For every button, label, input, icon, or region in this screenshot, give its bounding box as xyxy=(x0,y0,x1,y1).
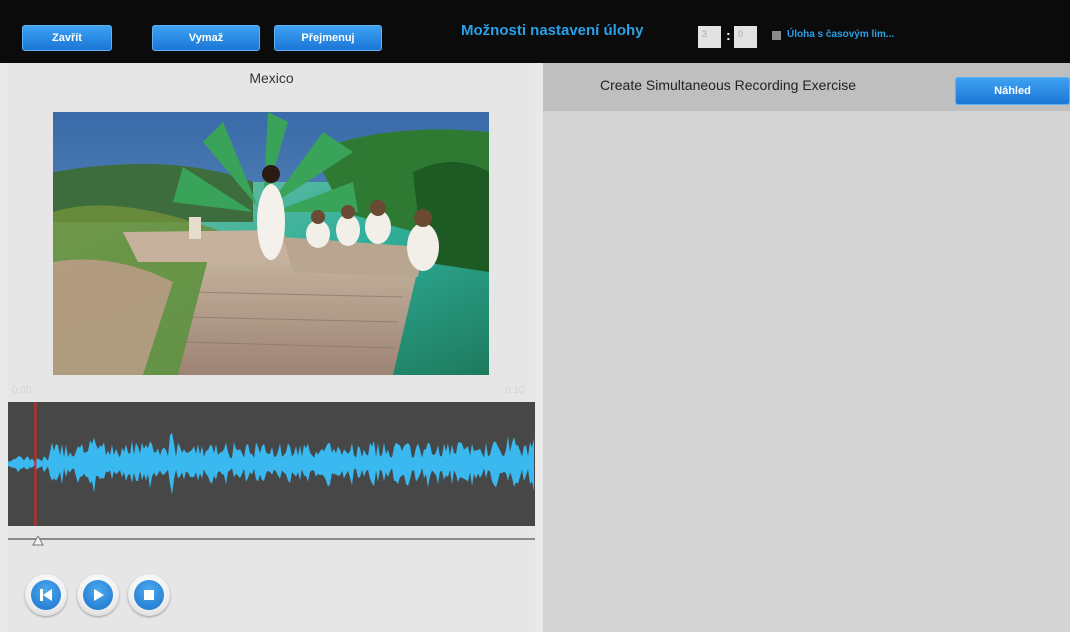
minutes-input[interactable]: 3 xyxy=(698,26,721,48)
timelimit-checkbox[interactable] xyxy=(772,31,781,40)
seek-slider-track[interactable] xyxy=(8,538,535,540)
exercise-title: Create Simultaneous Recording Exercise xyxy=(600,77,857,93)
time-end: 0:10 xyxy=(505,385,525,396)
slider-thumb-icon xyxy=(32,534,45,546)
media-panel: Mexico 0:00 0:10 xyxy=(8,63,535,632)
preview-button[interactable]: Náhled xyxy=(955,77,1070,105)
toolbar: Zavřít Vymaž Přejmenuj Možnosti nastaven… xyxy=(0,0,1070,63)
rename-button[interactable]: Přejmenuj xyxy=(274,25,382,51)
close-button[interactable]: Zavřít xyxy=(22,25,112,51)
seek-slider-thumb[interactable] xyxy=(32,533,45,546)
audio-waveform[interactable] xyxy=(8,402,535,526)
waveform-graphic xyxy=(8,402,534,526)
media-title: Mexico xyxy=(249,70,294,86)
settings-title: Možnosti nastavení úlohy xyxy=(461,22,644,39)
seconds-input[interactable]: 0 xyxy=(734,26,757,48)
time-start: 0:00 xyxy=(12,385,32,396)
play-icon xyxy=(94,589,104,601)
stop-button[interactable] xyxy=(128,574,170,616)
skip-to-start-icon xyxy=(40,589,52,601)
skip-to-start-button[interactable] xyxy=(25,574,67,616)
video-frame-image xyxy=(53,112,489,375)
video-player[interactable] xyxy=(53,112,489,375)
time-separator: : xyxy=(726,27,731,43)
stop-icon xyxy=(144,590,154,600)
playhead-marker[interactable] xyxy=(34,402,37,526)
timelimit-label[interactable]: Úloha s časovým lim... xyxy=(787,29,894,40)
exercise-panel: Create Simultaneous Recording Exercise N… xyxy=(543,63,1070,632)
play-button[interactable] xyxy=(77,574,119,616)
exercise-header: Create Simultaneous Recording Exercise N… xyxy=(543,63,1070,111)
clear-button[interactable]: Vymaž xyxy=(152,25,260,51)
